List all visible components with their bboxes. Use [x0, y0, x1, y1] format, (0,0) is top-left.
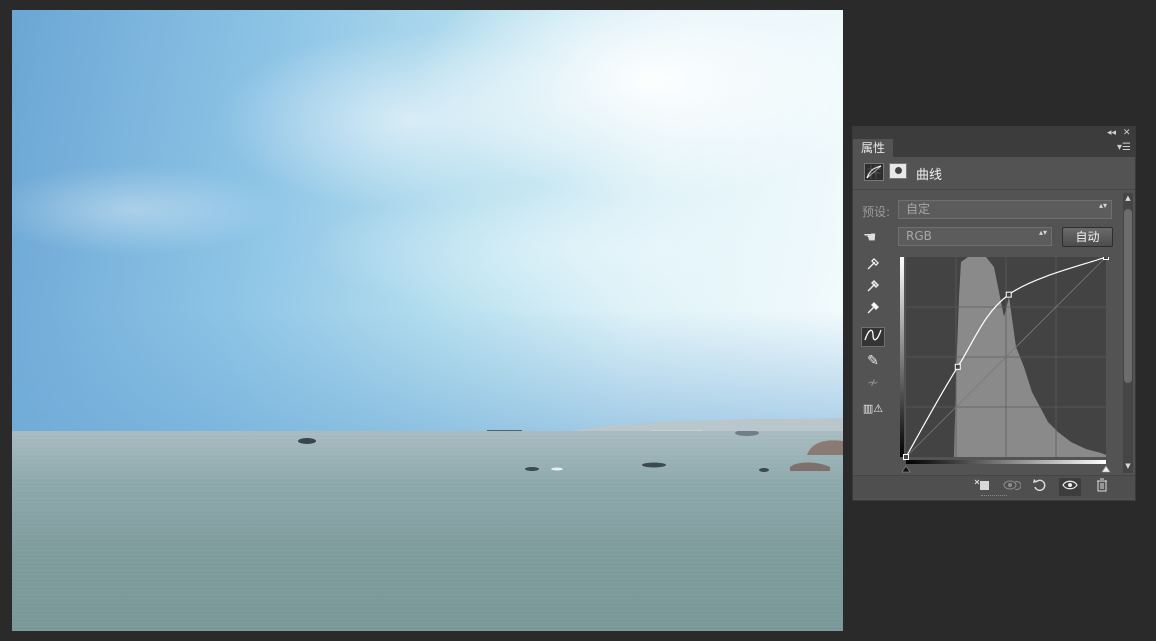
photo-rocks	[298, 431, 843, 472]
clipping-warning-icon[interactable]: ▥⚠	[861, 399, 885, 419]
preset-value: 自定	[906, 202, 931, 216]
photo-sky-haze	[12, 310, 843, 431]
view-previous-state-icon[interactable]	[1001, 478, 1023, 496]
collapse-panel-icon[interactable]: ◂◂	[1107, 127, 1116, 139]
close-panel-icon[interactable]: ✕	[1123, 127, 1131, 139]
curves-adjustment-icon[interactable]	[864, 163, 884, 181]
panel-resize-grip[interactable]	[981, 495, 1007, 499]
smooth-curve-icon[interactable]: ≁	[861, 373, 885, 393]
panel-top-bar: ◂◂ ✕	[853, 127, 1135, 139]
scroll-down-arrow-icon[interactable]: ▼	[1123, 461, 1133, 471]
curve-control-point[interactable]	[1005, 291, 1012, 298]
pencil-draw-icon[interactable]: ✎	[861, 351, 885, 371]
curve-control-point[interactable]	[903, 454, 909, 460]
curve-control-point[interactable]	[1103, 257, 1109, 260]
white-point-eyedropper-icon[interactable]	[861, 301, 885, 321]
layer-mask-icon[interactable]	[889, 163, 907, 179]
channel-dropdown[interactable]: RGB ▴▾	[898, 227, 1052, 246]
white-point-slider[interactable]	[1101, 465, 1111, 473]
toggle-visibility-eye-icon[interactable]	[1059, 478, 1081, 496]
black-point-slider[interactable]	[901, 465, 911, 473]
gray-point-eyedropper-icon[interactable]	[861, 279, 885, 299]
preset-label: 预设:	[862, 205, 891, 219]
reset-adjustment-icon[interactable]	[1029, 478, 1051, 496]
curve-control-point[interactable]	[954, 363, 961, 370]
panel-menu-icon[interactable]: ▾☰	[1117, 139, 1131, 157]
auto-button[interactable]: 自动	[1062, 227, 1113, 247]
delete-adjustment-trash-icon[interactable]	[1091, 478, 1113, 496]
panel-title: 曲线	[916, 168, 943, 183]
properties-panel: ◂◂ ✕ 属性 ▾☰ 曲线 预设: 自定 ▴▾ ☚ RGB ▴▾ 自动 ✎ ≁ …	[852, 126, 1136, 501]
scroll-up-arrow-icon[interactable]: ▲	[1123, 193, 1133, 203]
clip-to-layer-icon[interactable]	[971, 478, 993, 496]
dropdown-arrows-icon: ▴▾	[1098, 201, 1107, 210]
document-canvas[interactable]	[12, 10, 843, 631]
curves-graph[interactable]	[898, 257, 1112, 473]
on-image-adjust-hand-icon[interactable]: ☚	[863, 228, 885, 246]
preset-dropdown[interactable]: 自定 ▴▾	[898, 200, 1112, 219]
channel-value: RGB	[906, 229, 932, 243]
scroll-thumb[interactable]	[1124, 209, 1132, 383]
black-point-eyedropper-icon[interactable]	[861, 257, 885, 277]
curves-graph-svg[interactable]	[898, 257, 1112, 473]
dropdown-arrows-icon: ▴▾	[1038, 228, 1047, 237]
panel-scrollbar[interactable]: ▲ ▼	[1123, 193, 1133, 473]
tab-properties[interactable]: 属性	[853, 139, 893, 157]
panel-tab-bar: 属性 ▾☰	[853, 139, 1135, 157]
panel-header: 曲线	[853, 157, 1135, 190]
edit-points-curve-icon[interactable]	[861, 327, 885, 347]
